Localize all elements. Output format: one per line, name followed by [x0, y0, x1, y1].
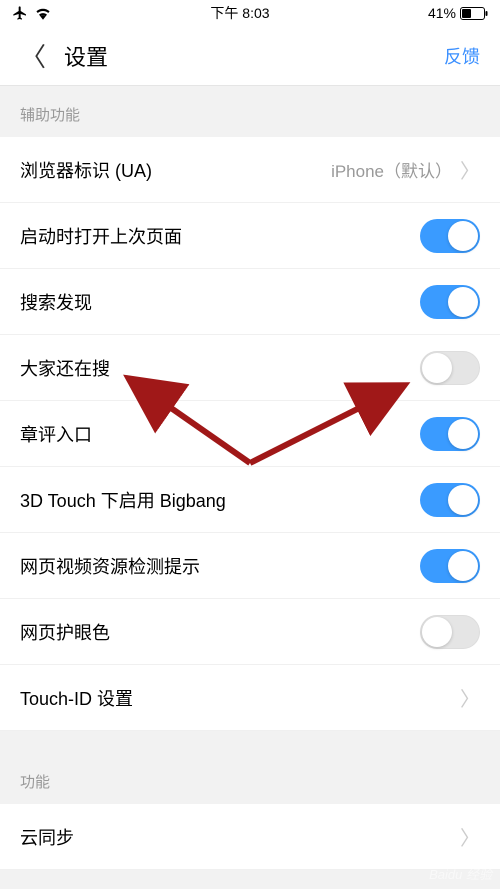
setting-label: 大家还在搜 [20, 355, 110, 381]
setting-review-entry: 章评入口 [0, 401, 500, 467]
feedback-link[interactable]: 反馈 [444, 43, 480, 69]
toggle-knob [448, 551, 478, 581]
setting-cloud-sync[interactable]: 云同步 〉 [0, 804, 500, 870]
setting-label: 云同步 [20, 824, 74, 850]
setting-label: 启动时打开上次页面 [20, 223, 182, 249]
setting-eye-protect: 网页护眼色 [0, 599, 500, 665]
status-left [12, 5, 52, 21]
setting-video-detect: 网页视频资源检测提示 [0, 533, 500, 599]
toggle-eye-protect[interactable] [420, 615, 480, 649]
section-header-accessibility: 辅助功能 [0, 86, 500, 137]
setting-label: 搜索发现 [20, 289, 92, 315]
toggle-knob [448, 221, 478, 251]
setting-ua[interactable]: 浏览器标识 (UA) iPhone（默认） 〉 [0, 137, 500, 203]
status-time: 下午 8:03 [210, 3, 269, 23]
battery-icon [460, 7, 488, 20]
page-title: 设置 [64, 40, 108, 72]
wifi-icon [34, 6, 52, 20]
status-right: 41% [428, 5, 488, 21]
chevron-right-icon: 〉 [460, 155, 480, 184]
back-icon[interactable]: 〈 [20, 37, 46, 74]
toggle-knob [448, 485, 478, 515]
setting-value: iPhone（默认） 〉 [331, 155, 480, 184]
setting-search-discover: 搜索发现 [0, 269, 500, 335]
setting-restore-tabs: 启动时打开上次页面 [0, 203, 500, 269]
toggle-review-entry[interactable] [420, 417, 480, 451]
toggle-bigbang[interactable] [420, 483, 480, 517]
toggle-knob [448, 419, 478, 449]
toggle-restore-tabs[interactable] [420, 219, 480, 253]
chevron-right-icon: 〉 [460, 822, 480, 851]
setting-value-text: iPhone（默认） [331, 157, 452, 182]
setting-label: 网页视频资源检测提示 [20, 553, 200, 579]
status-bar: 下午 8:03 41% [0, 0, 500, 26]
airplane-mode-icon [12, 5, 28, 21]
setting-touchid[interactable]: Touch-ID 设置 〉 [0, 665, 500, 731]
toggle-others-search[interactable] [420, 351, 480, 385]
nav-bar: 〈 设置 反馈 [0, 26, 500, 86]
setting-label: 浏览器标识 (UA) [20, 157, 152, 183]
setting-others-search: 大家还在搜 [0, 335, 500, 401]
toggle-knob [448, 287, 478, 317]
battery-percentage: 41% [428, 5, 456, 21]
chevron-right-icon: 〉 [460, 683, 480, 712]
nav-left: 〈 设置 [20, 37, 108, 74]
toggle-knob [422, 353, 452, 383]
setting-bigbang: 3D Touch 下启用 Bigbang [0, 467, 500, 533]
toggle-video-detect[interactable] [420, 549, 480, 583]
setting-label: 网页护眼色 [20, 619, 110, 645]
section-header-features: 功能 [0, 731, 500, 804]
setting-label: Touch-ID 设置 [20, 685, 133, 711]
setting-label: 3D Touch 下启用 Bigbang [20, 487, 226, 513]
toggle-knob [422, 617, 452, 647]
setting-label: 章评入口 [20, 421, 92, 447]
toggle-search-discover[interactable] [420, 285, 480, 319]
